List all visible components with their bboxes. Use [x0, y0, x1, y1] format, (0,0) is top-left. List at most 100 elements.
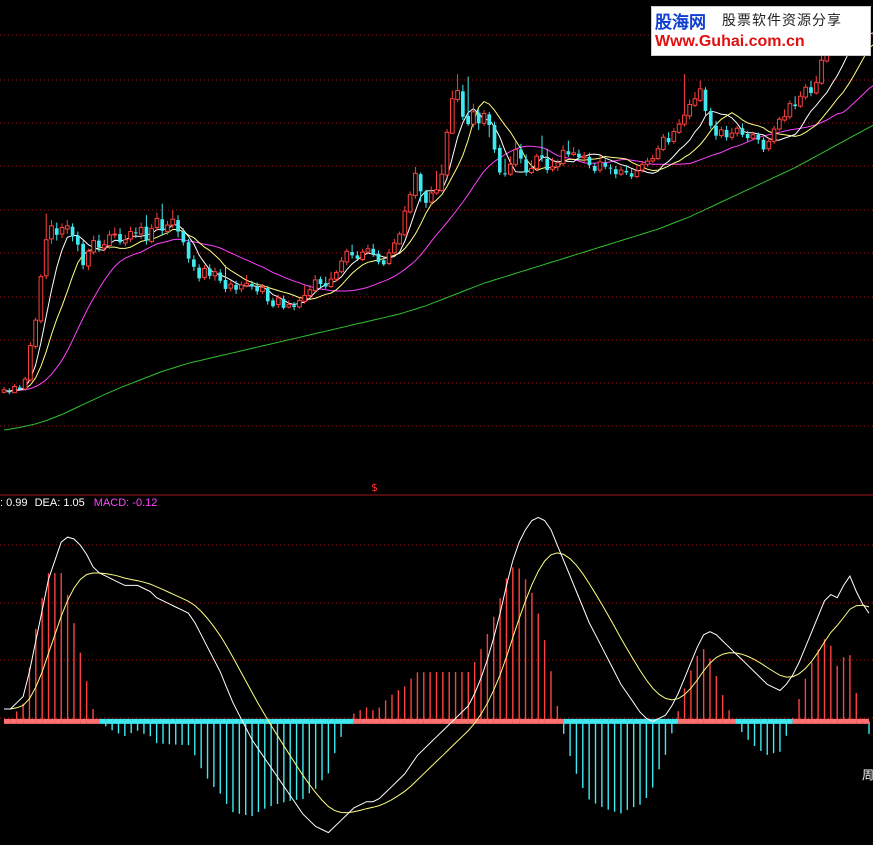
candle-down: [524, 159, 529, 173]
candle-up: [766, 140, 772, 150]
candle-up: [618, 169, 624, 175]
candle-up: [729, 132, 735, 138]
candle-up: [1, 389, 7, 393]
candle-up: [397, 233, 402, 245]
candle-down: [97, 240, 101, 248]
candle-up: [202, 267, 207, 278]
period-glyph: 周: [862, 768, 873, 782]
candle-up: [386, 252, 392, 265]
candle-down: [81, 243, 85, 266]
candlestick-pane: [1, 20, 873, 431]
candle-up: [671, 131, 677, 142]
candle-up: [581, 155, 587, 159]
grid-lines: [0, 34, 873, 719]
candle-down: [318, 279, 323, 285]
candle-down: [75, 235, 80, 245]
candle-down: [461, 91, 465, 117]
candle-up: [360, 251, 366, 260]
candle-down: [487, 114, 492, 125]
candle-down: [497, 147, 502, 173]
candle-down: [17, 387, 22, 390]
candle-down: [160, 219, 165, 231]
candle-up: [239, 284, 244, 290]
candle-down: [608, 167, 613, 169]
candle-up: [297, 299, 302, 308]
legend-macd: MACD: -0.12: [93, 497, 158, 509]
candle-down: [476, 112, 481, 124]
candle-down: [176, 220, 180, 232]
candle-up: [170, 218, 176, 226]
candle-down: [118, 234, 122, 243]
candle-up: [49, 225, 54, 240]
candle-up: [750, 134, 756, 139]
watermark-tagline: 股票软件资源分享: [722, 13, 842, 29]
candle-down: [714, 125, 718, 136]
candle-up: [38, 276, 44, 322]
candle-up: [550, 166, 555, 170]
candle-down: [70, 226, 75, 237]
candle-up: [639, 163, 645, 171]
candle-down: [186, 242, 191, 259]
candle-down: [371, 248, 376, 255]
candle-up: [154, 217, 160, 228]
candle-down: [624, 170, 629, 173]
candle-down: [724, 129, 729, 138]
candle-down: [745, 133, 750, 139]
candle-down: [503, 173, 507, 175]
candle-up: [597, 161, 603, 171]
candle-up: [286, 304, 292, 308]
candle-up: [428, 192, 434, 203]
candle-up: [91, 240, 97, 253]
candle-down: [492, 124, 497, 150]
candle-down: [793, 104, 798, 107]
candle-up: [64, 225, 70, 230]
candle-up: [634, 170, 640, 178]
candle-up: [365, 248, 371, 253]
candle-up: [228, 283, 234, 289]
macd-legend: : 0.99 DEA: 1.05 MACD: -0.12: [0, 497, 157, 509]
candle-up: [22, 378, 28, 390]
candle-down: [418, 174, 423, 192]
candle-down: [54, 228, 59, 235]
candle-up: [734, 127, 740, 134]
candle-down: [761, 139, 766, 150]
candle-up: [86, 250, 91, 267]
candle-up: [439, 173, 445, 192]
kline-chart: [0, 20, 873, 834]
macd-pane: [4, 516, 870, 834]
candle-up: [687, 103, 693, 117]
candle-down: [181, 231, 186, 243]
candle-down: [566, 151, 571, 155]
candle-down: [519, 149, 523, 159]
candle-down: [207, 268, 212, 276]
watermark-logo: 股海网 股票软件资源分享 Www.Guhai.com.cn: [651, 6, 871, 56]
candle-up: [471, 111, 476, 125]
candle-up: [328, 278, 334, 287]
candle-up: [660, 136, 666, 151]
candle-up: [402, 210, 408, 236]
candle-up: [128, 231, 133, 240]
candle-down: [381, 260, 386, 265]
candle-up: [555, 162, 561, 168]
candle-up: [165, 224, 170, 233]
candle-down: [376, 253, 381, 262]
candle-up: [776, 118, 782, 130]
candle-up: [481, 112, 487, 124]
candle-down: [350, 252, 354, 256]
candle-up: [449, 98, 455, 134]
candle-down: [355, 255, 360, 259]
candle-up: [444, 131, 450, 176]
candle-up: [112, 233, 118, 236]
candle-up: [275, 297, 281, 306]
candle-down: [756, 134, 761, 140]
candle-up: [455, 90, 460, 101]
candle-up: [344, 250, 350, 263]
candle-down: [587, 156, 592, 166]
pane-marker: $: [371, 481, 378, 494]
candle-up: [413, 172, 418, 196]
candle-down: [603, 162, 608, 167]
candle-up: [803, 86, 809, 98]
candle-up: [718, 129, 724, 137]
candle-down: [281, 298, 286, 308]
candle-down: [323, 283, 328, 287]
